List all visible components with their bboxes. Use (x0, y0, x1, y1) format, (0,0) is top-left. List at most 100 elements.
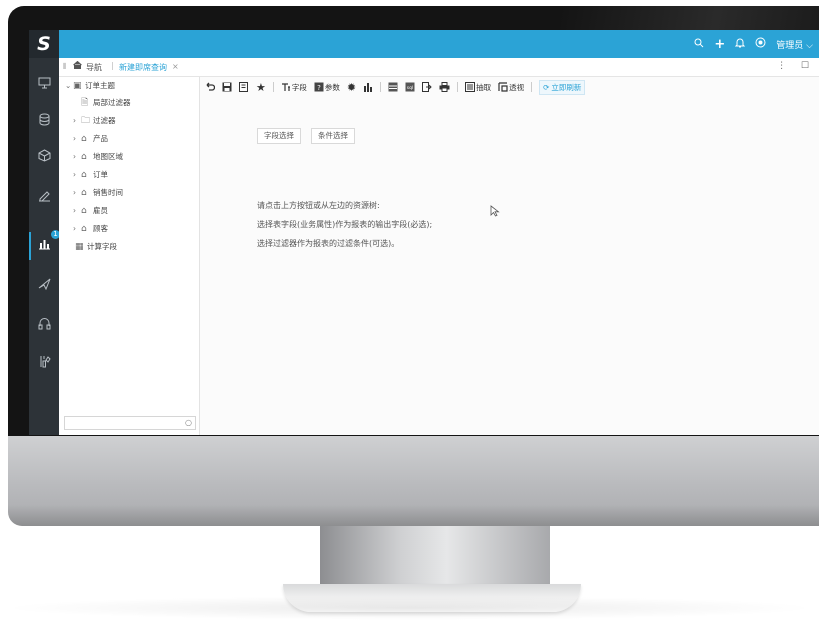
tab-separator: | (111, 61, 114, 70)
table-icon: ⌂ (81, 224, 87, 234)
refresh-now-button[interactable]: ⟳ 立即刷新 (539, 79, 586, 95)
tree-item[interactable]: › ⌂ 订单 (73, 168, 108, 182)
cube-icon[interactable] (35, 148, 53, 166)
settings-gear-icon[interactable]: ✹ (347, 79, 356, 95)
condition-select-button[interactable]: 条件选择 (311, 128, 355, 144)
tree-search-input[interactable]: ○ (64, 416, 196, 430)
user-menu[interactable]: 管理员 ⌵ (776, 38, 813, 51)
report-chart-icon[interactable] (35, 236, 53, 254)
tree-item[interactable]: › ⌂ 顾客 (73, 222, 108, 236)
screen: S 1 + 管理员 ⌵ ⦀ 导航 | 新建即席查询 × ⋮ ☐ ⌄ ▣ 订单主题… (29, 30, 819, 435)
table-icon: ⌂ (81, 170, 87, 180)
hint-line-3: 选择过滤器作为报表的过滤条件(可选)。 (257, 239, 400, 248)
resource-tree: ⌄ ▣ 订单主题 🗎 局部过滤器 › 🗀 过滤器 › ⌂ 产品 › ⌂ 地图区域 › ⌂ 订单 › ⌂ 销… (59, 77, 200, 435)
param-button[interactable]: ? 参数 (314, 79, 340, 95)
tree-item-label: 雇员 (93, 206, 108, 215)
extract-button[interactable]: 抽取 (465, 79, 491, 95)
tree-item-label: 产品 (93, 134, 108, 143)
pivot-button-label: 透视 (509, 82, 525, 92)
chevron-right-icon: › (73, 206, 76, 215)
tree-item-label: 局部过滤器 (93, 98, 131, 107)
search-icon[interactable]: ○ (185, 417, 192, 429)
tab-bar: ⦀ 导航 | 新建即席查询 × ⋮ ☐ (59, 58, 819, 77)
chevron-right-icon: › (73, 134, 76, 143)
rail-active-indicator (29, 232, 31, 260)
chevron-down-icon: ⌄ (65, 81, 72, 90)
extract-button-label: 抽取 (476, 82, 492, 92)
app-logo[interactable]: S (29, 30, 59, 58)
refresh-now-label: 立即刷新 (551, 82, 582, 92)
chevron-down-icon: ⌵ (806, 40, 813, 51)
tree-item-label: 顾客 (93, 224, 108, 233)
calc-icon: ▦ (75, 242, 84, 252)
bell-icon[interactable] (735, 37, 746, 51)
tree-item-label: 订单 (93, 170, 108, 179)
tree-item-label: 计算字段 (87, 242, 117, 251)
send-icon[interactable] (35, 276, 53, 294)
tree-item[interactable]: › ⌂ 销售时间 (73, 186, 123, 200)
filter-doc-icon: 🗎 (81, 98, 89, 108)
monitor-icon[interactable] (35, 76, 53, 94)
tab-menu-icon[interactable]: ⦀ (63, 62, 67, 72)
toolbar-divider (272, 82, 274, 92)
user-label: 管理员 (776, 40, 804, 51)
favorite-star-icon[interactable]: ★ (256, 79, 266, 95)
undo-icon[interactable] (206, 79, 215, 95)
svg-text:?: ? (317, 84, 321, 92)
tree-item[interactable]: ▦ 计算字段 (75, 240, 117, 254)
save-as-icon[interactable] (239, 79, 249, 95)
toolbar-divider (531, 82, 533, 92)
tree-item-label: 地图区域 (93, 152, 123, 161)
toolbar-divider (380, 82, 382, 92)
headset-icon[interactable] (35, 316, 53, 334)
tab-home-label[interactable]: 导航 (86, 62, 102, 73)
tree-item[interactable]: › ⌂ 地图区域 (73, 150, 123, 164)
chevron-right-icon: › (73, 170, 76, 179)
tab-close-icon[interactable]: × (172, 62, 179, 71)
tree-item[interactable]: › ⌂ 产品 (73, 132, 108, 146)
top-bar: + 管理员 ⌵ (59, 30, 819, 58)
tab-active[interactable]: 新建即席查询 (119, 62, 167, 73)
tree-root[interactable]: ⌄ ▣ 订单主题 (65, 79, 115, 93)
tools-icon[interactable] (35, 354, 53, 372)
table-icon: ⌂ (81, 188, 87, 198)
save-icon[interactable] (222, 79, 232, 95)
chevron-right-icon: › (73, 224, 76, 233)
table-icon: ⌂ (81, 134, 87, 144)
pivot-button[interactable]: 透视 (498, 79, 524, 95)
search-icon[interactable] (694, 38, 704, 51)
left-rail: S 1 (29, 30, 60, 435)
database-icon[interactable] (35, 112, 53, 130)
chin-shadow (8, 505, 819, 526)
svg-text:sql: sql (407, 85, 413, 91)
desk-reflection (0, 596, 819, 620)
hint-line-2: 选择表字段(业务属性)作为报表的输出字段(必选); (257, 220, 433, 229)
pen-icon[interactable] (35, 188, 53, 206)
tree-item[interactable]: 🗎 局部过滤器 (81, 96, 131, 110)
field-select-button[interactable]: 字段选择 (257, 128, 301, 144)
chevron-right-icon: › (73, 152, 76, 161)
tree-item[interactable]: › ⌂ 雇员 (73, 204, 108, 218)
refresh-icon: ⟳ (543, 82, 550, 92)
export-icon[interactable] (422, 79, 432, 95)
tree-item-label: 过滤器 (93, 116, 116, 125)
query-toolbar: ★ 字段 ? 参数 ✹ sql 抽取 透视 ⟳ 立即刷新 (200, 77, 819, 97)
toolbar-divider (457, 82, 459, 92)
table-icon: ⌂ (81, 206, 87, 216)
print-icon[interactable] (439, 79, 450, 95)
table-view-icon[interactable] (388, 79, 398, 95)
tree-root-label: 订单主题 (85, 81, 115, 90)
tree-item-label: 销售时间 (93, 188, 123, 197)
tree-item[interactable]: › 🗀 过滤器 (73, 114, 116, 128)
query-canvas: 字段选择 条件选择 请点击上方按钮或从左边的资源树: 选择表字段(业务属性)作为… (200, 97, 819, 435)
chevron-right-icon: › (73, 188, 76, 197)
bar-chart-icon[interactable] (363, 79, 373, 95)
mouse-cursor-icon (490, 205, 500, 217)
home-icon[interactable] (73, 60, 82, 72)
window-controls[interactable]: ⋮ ☐ (777, 61, 815, 71)
export-sql-icon[interactable]: sql (405, 79, 415, 95)
field-button[interactable]: 字段 (281, 79, 307, 95)
plus-icon[interactable]: + (714, 37, 725, 52)
theme-icon[interactable] (755, 37, 766, 51)
param-button-label: 参数 (324, 82, 340, 92)
